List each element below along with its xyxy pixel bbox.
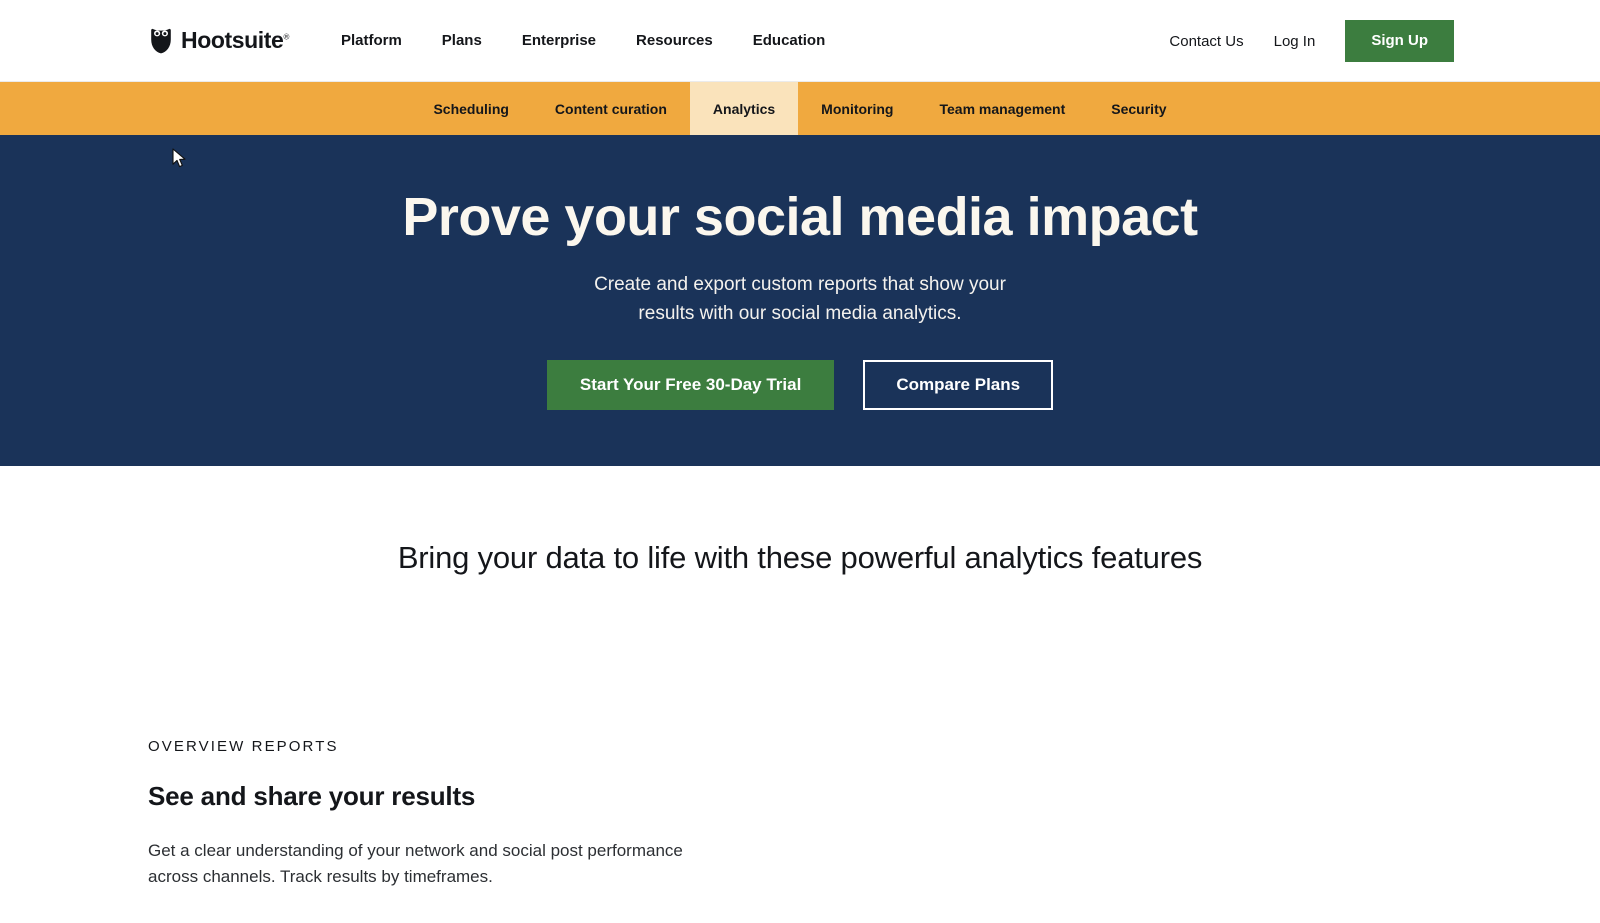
site-header: Hootsuite® Platform Plans Enterprise Res… — [0, 0, 1600, 82]
hero-cta-group: Start Your Free 30-Day Trial Compare Pla… — [0, 360, 1600, 411]
feature-body: Get a clear understanding of your networ… — [148, 838, 700, 891]
feature-body-line-2: channels. Track results by timeframes. — [202, 867, 493, 887]
hero-subtitle-line-2: results with our social media analytics. — [638, 302, 962, 324]
feature-text-block: OVERVIEW REPORTS See and share your resu… — [0, 628, 700, 891]
subnav-item-team-management[interactable]: Team management — [916, 82, 1088, 135]
compare-plans-button[interactable]: Compare Plans — [863, 360, 1054, 411]
nav-item-plans[interactable]: Plans — [442, 32, 482, 49]
subnav-item-security[interactable]: Security — [1088, 82, 1189, 135]
logo-wordmark: Hootsuite® — [181, 27, 289, 53]
hero-section: Prove your social media impact Create an… — [0, 135, 1600, 466]
primary-nav: Platform Plans Enterprise Resources Educ… — [341, 32, 825, 49]
features-section: Bring your data to life with these power… — [0, 466, 1600, 891]
subnav-item-monitoring[interactable]: Monitoring — [798, 82, 916, 135]
hero-subtitle: Create and export custom reports that sh… — [0, 271, 1600, 328]
subnav-item-content-curation[interactable]: Content curation — [532, 82, 690, 135]
feature-eyebrow: OVERVIEW REPORTS — [148, 738, 339, 755]
subnav-item-analytics[interactable]: Analytics — [689, 82, 799, 135]
header-actions: Contact Us Log In Sign Up — [1169, 0, 1454, 82]
hero-subtitle-line-1: Create and export custom reports that sh… — [594, 274, 1006, 296]
owl-icon — [148, 28, 174, 54]
feature-heading: See and share your results — [148, 781, 476, 811]
feature-row-overview-reports: OVERVIEW REPORTS See and share your resu… — [0, 628, 1600, 891]
subnav-item-scheduling[interactable]: Scheduling — [410, 82, 531, 135]
nav-item-enterprise[interactable]: Enterprise — [522, 32, 596, 49]
secondary-nav: Scheduling Content curation Analytics Mo… — [0, 82, 1600, 135]
log-in-link[interactable]: Log In — [1274, 33, 1316, 50]
sign-up-button[interactable]: Sign Up — [1345, 20, 1454, 62]
hootsuite-logo[interactable]: Hootsuite® — [148, 28, 289, 54]
contact-us-link[interactable]: Contact Us — [1169, 33, 1243, 50]
nav-item-education[interactable]: Education — [753, 32, 826, 49]
hero-title: Prove your social media impact — [402, 187, 1198, 247]
nav-item-resources[interactable]: Resources — [636, 32, 713, 49]
features-section-title: Bring your data to life with these power… — [397, 540, 1203, 575]
start-free-trial-button[interactable]: Start Your Free 30-Day Trial — [546, 360, 835, 411]
page-root: Hootsuite® Platform Plans Enterprise Res… — [0, 0, 1600, 923]
registered-mark: ® — [283, 32, 289, 42]
nav-item-platform[interactable]: Platform — [341, 32, 402, 49]
